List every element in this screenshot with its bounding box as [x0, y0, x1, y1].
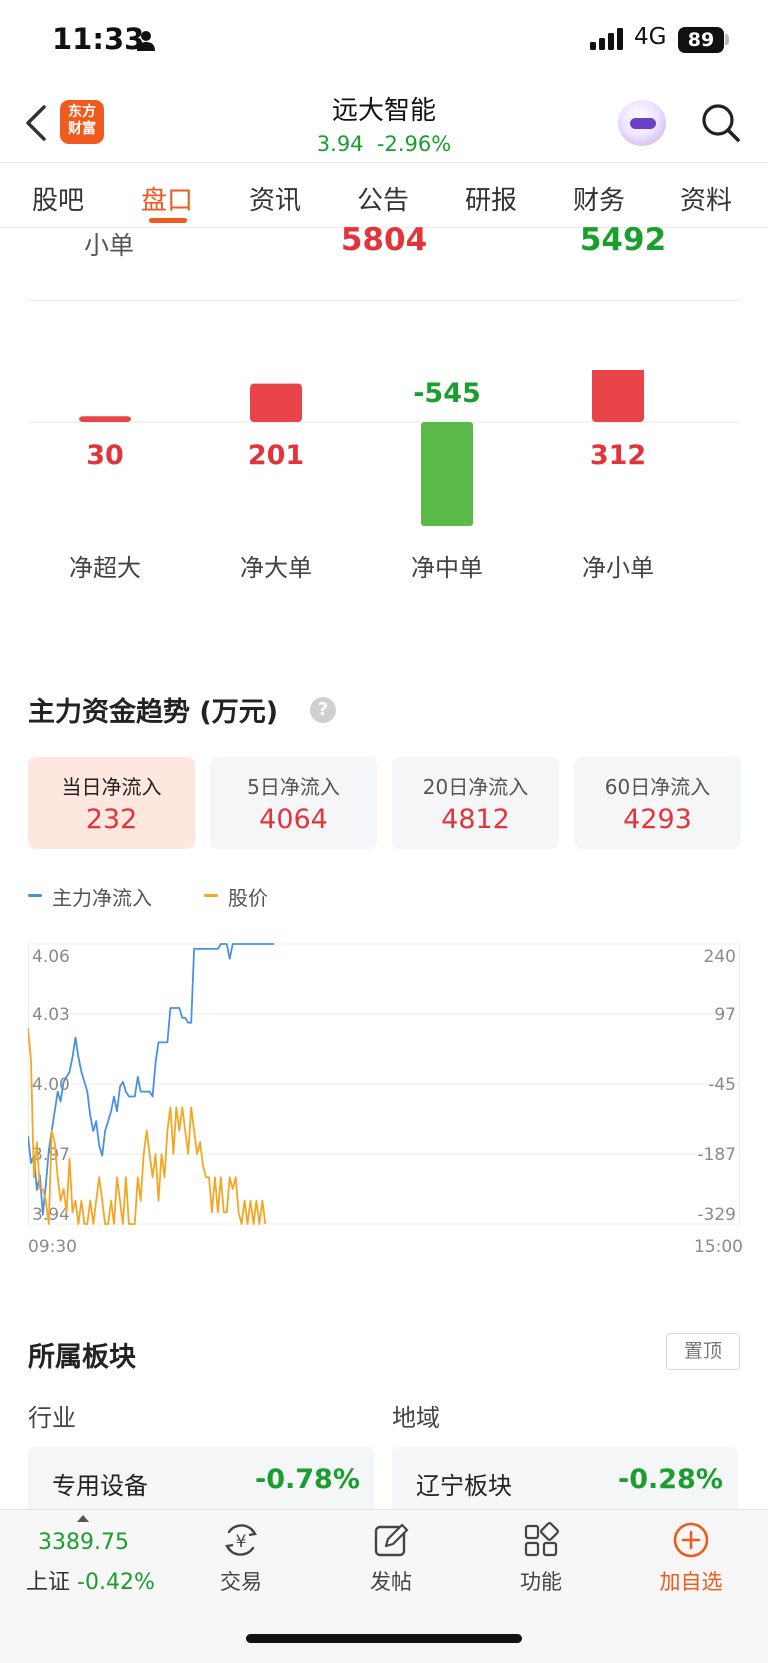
tab-profile[interactable]: 资料 — [680, 180, 732, 217]
card-60d-inflow[interactable]: 60日净流入 4293 — [574, 757, 741, 849]
network-label: 4G — [634, 24, 667, 50]
card-value: 4064 — [259, 804, 328, 835]
card-value: 4812 — [441, 804, 510, 835]
stock-name: 远大智能 — [331, 96, 436, 126]
pin-to-top-button[interactable]: 置顶 — [666, 1333, 740, 1370]
divider — [28, 300, 740, 301]
x-axis-start: 09:30 — [28, 1237, 77, 1257]
region-category-label: 地域 — [392, 1404, 440, 1432]
legend-swatch-flow — [28, 894, 42, 897]
bar-value-label: 312 — [590, 440, 646, 471]
svg-text:¥: ¥ — [236, 1532, 247, 1552]
status-time: 11:33 — [52, 22, 145, 56]
home-indicator[interactable] — [246, 1634, 522, 1643]
card-5d-inflow[interactable]: 5日净流入 4064 — [210, 757, 377, 849]
back-arrow-icon[interactable] — [24, 104, 48, 142]
tab-announcements[interactable]: 公告 — [357, 180, 409, 217]
legend-price: 股价 — [228, 886, 268, 910]
search-icon[interactable] — [700, 102, 742, 144]
net-flow-bar — [592, 370, 644, 422]
region-sector-name: 辽宁板块 — [416, 1472, 512, 1500]
card-value: 232 — [85, 804, 138, 835]
small-order-outflow: 5492 — [579, 222, 667, 258]
intraday-flow-chart: 4.06 2404.03 974.00 -453.97 -1873.94 -329 — [28, 943, 740, 1225]
card-label: 20日净流入 — [422, 775, 529, 799]
legend-swatch-price — [204, 894, 218, 897]
industry-category-label: 行业 — [28, 1404, 76, 1432]
bar-value-label: -545 — [413, 378, 481, 409]
apps-grid-icon — [524, 1522, 559, 1557]
small-order-inflow: 5804 — [340, 222, 428, 258]
index-ticker[interactable]: 上证 -0.42% — [26, 1564, 155, 1596]
nav-add-watchlist-label: 加自选 — [659, 1570, 723, 1594]
expand-caret-icon[interactable] — [77, 1515, 89, 1522]
index-change: -0.42% — [77, 1570, 155, 1595]
active-tab-indicator — [149, 218, 187, 223]
bar-category-label: 净小单 — [582, 554, 654, 582]
left-axis-tick: 4.06 — [32, 947, 70, 967]
small-order-label: 小单 — [84, 231, 135, 260]
tab-news[interactable]: 资讯 — [249, 180, 301, 217]
x-axis-end: 15:00 — [694, 1237, 743, 1257]
add-watchlist-icon — [673, 1522, 709, 1558]
right-axis-tick: -329 — [697, 1205, 736, 1225]
left-axis-tick: 4.03 — [32, 1005, 70, 1025]
index-name: 上证 — [26, 1570, 71, 1595]
net-flow-bar — [79, 416, 131, 422]
nav-functions[interactable]: 功能 — [486, 1520, 596, 1596]
bar-category-label: 净超大 — [69, 554, 141, 582]
stock-price: 3.94 — [316, 132, 364, 156]
trade-yen-icon: ¥ — [224, 1524, 258, 1556]
nav-functions-label: 功能 — [520, 1570, 562, 1594]
net-flow-bar — [421, 422, 473, 526]
nav-trade[interactable]: ¥ 交易 — [186, 1520, 296, 1596]
avatar-eyes — [630, 118, 656, 129]
index-value[interactable]: 3389.75 — [38, 1530, 129, 1555]
right-axis-tick: 97 — [714, 1005, 736, 1025]
sector-title: 所属板块 — [28, 1342, 136, 1373]
nav-post[interactable]: 发帖 — [336, 1520, 446, 1596]
bar-value-label: 30 — [86, 440, 124, 471]
right-axis-tick: -45 — [708, 1075, 736, 1095]
card-value: 4293 — [623, 804, 692, 835]
net-flow-bar — [250, 383, 302, 422]
card-label: 5日净流入 — [247, 775, 340, 799]
card-label: 60日净流入 — [604, 775, 711, 799]
tab-research[interactable]: 研报 — [465, 180, 517, 217]
compose-icon — [374, 1523, 409, 1557]
battery-icon: 89 — [678, 27, 724, 53]
nav-post-label: 发帖 — [370, 1570, 412, 1594]
battery-tip — [725, 34, 729, 45]
stock-quote: 3.94 -2.96% — [234, 132, 534, 156]
card-label: 当日净流入 — [61, 775, 162, 799]
right-axis-tick: -187 — [697, 1145, 736, 1165]
industry-sector-change: -0.78% — [255, 1464, 360, 1495]
card-today-inflow[interactable]: 当日净流入 232 — [28, 757, 195, 849]
region-sector-change: -0.28% — [618, 1464, 723, 1495]
trend-title: 主力资金趋势 (万元) — [28, 697, 279, 728]
signal-icon — [590, 28, 623, 50]
nav-add-watchlist[interactable]: 加自选 — [636, 1520, 746, 1596]
tab-finance[interactable]: 财务 — [573, 180, 625, 217]
right-axis-tick: 240 — [704, 947, 736, 967]
nav-trade-label: 交易 — [220, 1570, 262, 1594]
legend-main-inflow: 主力净流入 — [52, 886, 152, 910]
left-axis-tick: 3.94 — [32, 1205, 70, 1225]
bar-category-label: 净大单 — [240, 554, 312, 582]
tab-pankou[interactable]: 盘口 — [141, 180, 193, 217]
bar-category-label: 净中单 — [411, 554, 483, 582]
app-logo: 东方财富 — [60, 100, 104, 144]
main-inflow-series-line — [28, 943, 275, 1216]
person-icon — [137, 31, 155, 51]
help-icon[interactable]: ? — [310, 697, 336, 723]
tab-guba[interactable]: 股吧 — [32, 180, 84, 217]
industry-sector-name: 专用设备 — [52, 1472, 148, 1500]
bar-value-label: 201 — [248, 440, 304, 471]
card-20d-inflow[interactable]: 20日净流入 4812 — [392, 757, 559, 849]
price-series-line — [28, 1027, 267, 1225]
stock-change-pct: -2.96% — [376, 132, 452, 156]
logo-text: 东方财富 — [68, 104, 96, 137]
net-flow-bar-chart: 30 净超大 201 净大单 -545 净中单 312 净小单 — [28, 370, 740, 582]
left-axis-tick: 4.00 — [32, 1075, 70, 1095]
